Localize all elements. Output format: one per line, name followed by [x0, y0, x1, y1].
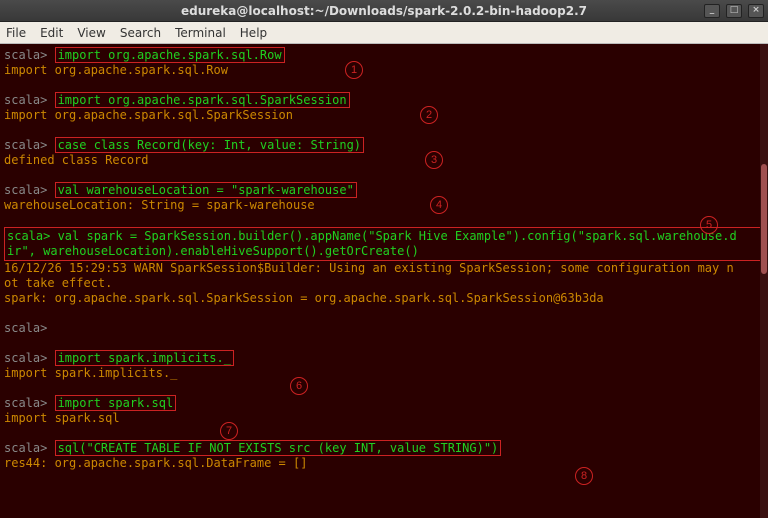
cmd-3: case class Record(key: Int, value: Strin… — [55, 137, 364, 153]
prompt: scala> — [4, 351, 55, 365]
term-line: scala> case class Record(key: Int, value… — [4, 138, 764, 153]
term-line: scala> — [4, 321, 764, 336]
window-title: edureka@localhost:~/Downloads/spark-2.0.… — [181, 4, 587, 18]
resp-6: import spark.implicits._ — [4, 366, 764, 381]
maximize-button[interactable]: □ — [726, 4, 742, 18]
prompt: scala> — [4, 441, 55, 455]
resp-4: warehouseLocation: String = spark-wareho… — [4, 198, 764, 213]
close-button[interactable]: × — [748, 4, 764, 18]
prompt: scala> — [4, 48, 55, 62]
resp-3: defined class Record — [4, 153, 764, 168]
resp-2: import org.apache.spark.sql.SparkSession — [4, 108, 764, 123]
annotation-badge-8: 8 — [575, 467, 593, 485]
annotation-badge-3: 3 — [425, 151, 443, 169]
cmd-2: import org.apache.spark.sql.SparkSession — [55, 92, 350, 108]
annotation-badge-2: 2 — [420, 106, 438, 124]
menu-help[interactable]: Help — [240, 26, 267, 40]
prompt: scala> — [4, 321, 55, 335]
resp-1: import org.apache.spark.sql.Row — [4, 63, 764, 78]
prompt: scala> — [4, 138, 55, 152]
annotation-badge-6: 6 — [290, 377, 308, 395]
cmd-1: import org.apache.spark.sql.Row — [55, 47, 285, 63]
term-line: scala> import org.apache.spark.sql.Row — [4, 48, 764, 63]
terminal-output[interactable]: scala> import org.apache.spark.sql.Row i… — [0, 44, 768, 518]
term-line: scala> val warehouseLocation = "spark-wa… — [4, 183, 764, 198]
scrollbar[interactable] — [760, 44, 768, 518]
resp-5b: ot take effect. — [4, 276, 764, 291]
menu-search[interactable]: Search — [120, 26, 161, 40]
resp-5c: spark: org.apache.spark.sql.SparkSession… — [4, 291, 764, 306]
cmd-8: sql("CREATE TABLE IF NOT EXISTS src (key… — [55, 440, 502, 456]
resp-7: import spark.sql — [4, 411, 764, 426]
menu-view[interactable]: View — [77, 26, 105, 40]
window-controls: _ □ × — [704, 4, 764, 18]
menu-file[interactable]: File — [6, 26, 26, 40]
cmd-5b: ir", warehouseLocation).enableHiveSuppor… — [7, 244, 761, 259]
cmd-6: import spark.implicits._ — [55, 350, 234, 366]
minimize-button[interactable]: _ — [704, 4, 720, 18]
prompt: scala> — [4, 93, 55, 107]
term-line: scala> sql("CREATE TABLE IF NOT EXISTS s… — [4, 441, 764, 456]
menu-terminal[interactable]: Terminal — [175, 26, 226, 40]
cmd-7: import spark.sql — [55, 395, 177, 411]
term-line: scala> import spark.implicits._ — [4, 351, 764, 366]
term-line: scala> import spark.sql — [4, 396, 764, 411]
prompt: scala> — [4, 396, 55, 410]
cmd-5a: scala> val spark = SparkSession.builder(… — [7, 229, 761, 244]
annotation-badge-1: 1 — [345, 61, 363, 79]
resp-8: res44: org.apache.spark.sql.DataFrame = … — [4, 456, 764, 471]
resp-5a: 16/12/26 15:29:53 WARN SparkSession$Buil… — [4, 261, 764, 276]
menubar: File Edit View Search Terminal Help — [0, 22, 768, 44]
menu-edit[interactable]: Edit — [40, 26, 63, 40]
titlebar: edureka@localhost:~/Downloads/spark-2.0.… — [0, 0, 768, 22]
scrollbar-thumb[interactable] — [761, 164, 767, 274]
term-line: scala> import org.apache.spark.sql.Spark… — [4, 93, 764, 108]
cmd-4: val warehouseLocation = "spark-warehouse… — [55, 182, 357, 198]
prompt: scala> — [4, 183, 55, 197]
annotation-badge-7: 7 — [220, 422, 238, 440]
annotation-badge-5: 5 — [700, 216, 718, 234]
annotation-badge-4: 4 — [430, 196, 448, 214]
cmd-5-block: scala> val spark = SparkSession.builder(… — [4, 227, 764, 261]
